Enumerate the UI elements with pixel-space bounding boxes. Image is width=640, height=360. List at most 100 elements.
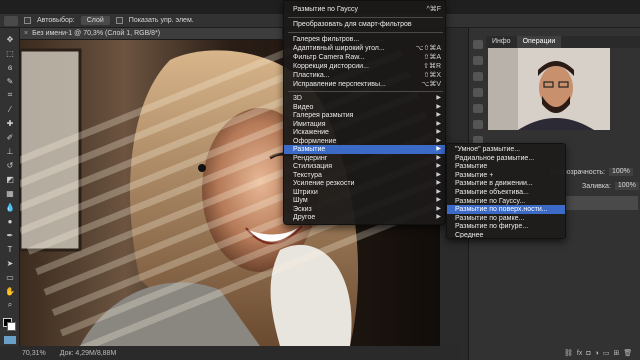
move-tool-icon[interactable]: ✥ bbox=[4, 34, 16, 44]
menu-item-label: Рендеринг bbox=[293, 154, 328, 162]
menu-item-label: Преобразовать для смарт-фильтров bbox=[293, 21, 412, 28]
document-title: Без имени-1 @ 70,3% (Слой 1, RGB/8*) bbox=[32, 30, 161, 37]
crop-tool-icon[interactable]: ⌗ bbox=[4, 90, 16, 100]
menu-item-label: Оформление bbox=[293, 137, 337, 145]
menu-item-label: Галерея размытия bbox=[293, 112, 354, 119]
show-controls-checkbox[interactable] bbox=[115, 17, 123, 24]
blur-submenu: "Умное" размытие... Радиальное размытие.… bbox=[446, 143, 566, 239]
swatches-panel-icon[interactable] bbox=[473, 88, 483, 97]
brush-panel-icon[interactable] bbox=[473, 104, 483, 113]
menu-item-shortcut: ^⌘F bbox=[426, 6, 441, 13]
submenu-item-lens-blur[interactable]: Размытие объектива... bbox=[447, 188, 565, 197]
quick-mask-icon[interactable] bbox=[4, 336, 16, 344]
blur-tool-icon[interactable]: 💧 bbox=[4, 202, 16, 212]
opacity-value[interactable]: 100% bbox=[609, 168, 633, 176]
lasso-tool-icon[interactable]: ɞ bbox=[4, 62, 16, 72]
document-info[interactable]: Док: 4,29M/8,88M bbox=[60, 350, 117, 357]
gradient-tool-icon[interactable]: ▦ bbox=[4, 188, 16, 198]
autoselect-label: Автовыбор: bbox=[37, 17, 75, 24]
menu-item-label: Текстура bbox=[293, 171, 322, 179]
tab-actions[interactable]: Операции bbox=[516, 36, 562, 48]
move-tool-icon[interactable] bbox=[4, 15, 18, 26]
background-color-swatch[interactable] bbox=[7, 322, 16, 331]
submenu-item-gaussian-blur[interactable]: Размытие по Гауссу... bbox=[447, 197, 565, 206]
menu-item-label: 3D bbox=[293, 95, 302, 102]
menu-item-filter-gallery[interactable]: Галерея фильтров... bbox=[284, 35, 445, 44]
menu-item-label: Исправление перспективы... bbox=[293, 81, 386, 88]
menu-item-shortcut: ⌥⇧⌘A bbox=[415, 45, 441, 52]
info-panel-icon[interactable] bbox=[473, 56, 483, 65]
menu-item-convert-smart-filters[interactable]: Преобразовать для смарт-фильтров bbox=[284, 20, 445, 29]
marquee-tool-icon[interactable]: ⬚ bbox=[4, 48, 16, 58]
adjustments-panel-icon[interactable] bbox=[473, 120, 483, 129]
adjustment-icon[interactable]: ◑ bbox=[595, 350, 599, 357]
menu-item-shortcut: ⌥⌘V bbox=[421, 81, 441, 88]
menu-separator bbox=[288, 32, 443, 33]
menu-item-label: Другое bbox=[293, 214, 316, 221]
menu-item-shortcut: ⇧⌘A bbox=[423, 54, 441, 61]
eyedropper-tool-icon[interactable]: ⁄ bbox=[4, 104, 16, 114]
menu-item-other[interactable]: Другое ▶ bbox=[284, 213, 445, 222]
stamp-tool-icon[interactable]: ⊥ bbox=[4, 146, 16, 156]
menu-separator bbox=[288, 17, 443, 18]
menu-item-label: Стилизация bbox=[293, 163, 332, 170]
submenu-item-surface-blur[interactable]: Размытие по поверх.ности... bbox=[447, 205, 565, 214]
menu-separator bbox=[288, 91, 443, 92]
menu-item-label: Размытие bbox=[293, 146, 326, 153]
menu-item-camera-raw[interactable]: Фильтр Camera Raw... ⇧⌘A bbox=[284, 53, 445, 62]
menu-item-label: Коррекция дисторсии... bbox=[293, 63, 369, 70]
autoselect-dropdown[interactable]: Слой bbox=[80, 16, 110, 25]
submenu-item-radial-blur[interactable]: Радиальное размытие... bbox=[447, 154, 565, 163]
menu-item-shortcut: ⇧⌘X bbox=[423, 72, 441, 79]
eraser-tool-icon[interactable]: ◩ bbox=[4, 174, 16, 184]
history-brush-icon[interactable]: ↺ bbox=[4, 160, 16, 170]
submenu-item-smart-blur[interactable]: "Умное" размытие... bbox=[447, 145, 565, 154]
link-layers-icon[interactable]: ⛓ bbox=[564, 349, 573, 357]
shape-tool-icon[interactable]: ▭ bbox=[4, 272, 16, 282]
trash-icon[interactable]: 🗑 bbox=[623, 349, 632, 357]
pen-tool-icon[interactable]: ✒ bbox=[4, 230, 16, 240]
menu-item-label: Пластика... bbox=[293, 72, 330, 79]
autoselect-checkbox[interactable] bbox=[24, 17, 31, 24]
fill-value[interactable]: 100% bbox=[614, 182, 639, 190]
menu-item-gaussian-blur-last[interactable]: Размытие по Гауссу ^⌘F bbox=[284, 5, 445, 14]
menu-item-shortcut: ⇧⌘R bbox=[423, 63, 441, 70]
menu-item-liquify[interactable]: Пластика... ⇧⌘X bbox=[284, 71, 445, 80]
zoom-level[interactable]: 70,31% bbox=[22, 350, 46, 357]
submenu-item-box-blur[interactable]: Размытие по рамке... bbox=[447, 214, 565, 223]
submenu-item-blur-more[interactable]: Размытие + bbox=[447, 171, 565, 180]
photoshop-window: Автовыбор: Слой Показать упр. элем. ✥ ⬚ … bbox=[0, 0, 640, 360]
fx-icon[interactable]: fx bbox=[577, 350, 582, 357]
menu-item-label: Эскиз bbox=[293, 205, 312, 213]
menu-item-adaptive-wide-angle[interactable]: Адаптивный широкий угол... ⌥⇧⌘A bbox=[284, 44, 445, 53]
menu-item-label: Галерея фильтров... bbox=[293, 36, 360, 43]
close-tab-icon[interactable]: × bbox=[24, 30, 28, 37]
submenu-item-shape-blur[interactable]: Размытие по фигуре... bbox=[447, 222, 565, 231]
menu-item-vanishing-point[interactable]: Исправление перспективы... ⌥⌘V bbox=[284, 80, 445, 89]
type-tool-icon[interactable]: T bbox=[4, 244, 16, 254]
document-tab[interactable]: × Без имени-1 @ 70,3% (Слой 1, RGB/8*) bbox=[20, 28, 282, 40]
submenu-arrow-icon: ▶ bbox=[436, 214, 441, 220]
folder-icon[interactable]: ▭ bbox=[603, 349, 610, 357]
menu-item-lens-correction[interactable]: Коррекция дисторсии... ⇧⌘R bbox=[284, 62, 445, 71]
color-panel-icon[interactable] bbox=[473, 72, 483, 81]
zoom-tool-icon[interactable]: ⌕ bbox=[4, 300, 16, 310]
new-layer-icon[interactable]: ⊞ bbox=[613, 349, 619, 357]
quick-select-tool-icon[interactable]: ✎ bbox=[4, 76, 16, 86]
dodge-tool-icon[interactable]: ● bbox=[4, 216, 16, 226]
submenu-item-motion-blur[interactable]: Размытие в движении... bbox=[447, 179, 565, 188]
submenu-item-blur[interactable]: Размытие bbox=[447, 162, 565, 171]
webcam-overlay bbox=[488, 48, 610, 130]
healing-brush-icon[interactable]: ✚ bbox=[4, 118, 16, 128]
hand-tool-icon[interactable]: ✋ bbox=[4, 286, 16, 296]
brush-tool-icon[interactable]: ✐ bbox=[4, 132, 16, 142]
mask-icon[interactable]: ◘ bbox=[586, 350, 590, 357]
filter-menu: Размытие по Гауссу ^⌘F Преобразовать для… bbox=[283, 0, 446, 225]
path-select-tool-icon[interactable]: ➤ bbox=[4, 258, 16, 268]
submenu-item-average[interactable]: Среднее bbox=[447, 231, 565, 238]
history-panel-icon[interactable] bbox=[473, 40, 483, 49]
panel-tabs: Инфо Операции bbox=[486, 36, 640, 48]
layer-row[interactable] bbox=[562, 196, 638, 210]
menu-item-label: Шум bbox=[293, 197, 308, 204]
tab-info[interactable]: Инфо bbox=[486, 36, 517, 48]
